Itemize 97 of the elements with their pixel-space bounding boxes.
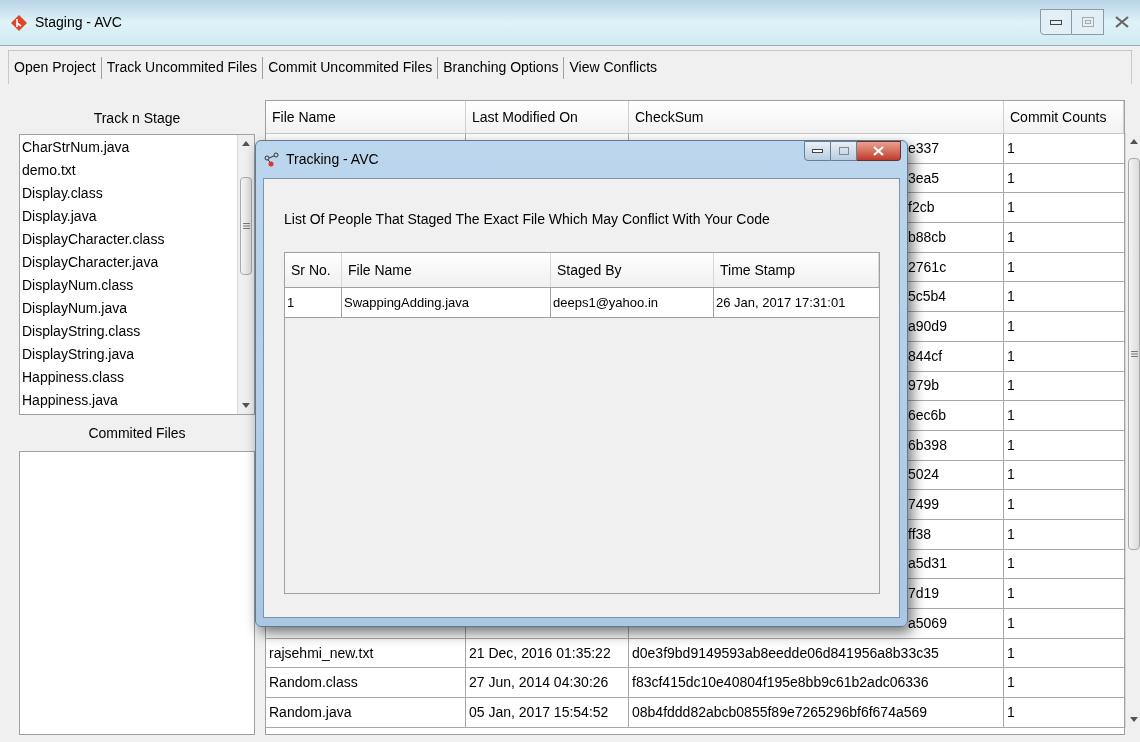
file-list-item[interactable]: DisplayCharacter.java (22, 251, 237, 274)
file-list-item[interactable]: Display.java (22, 205, 237, 228)
scroll-up-icon[interactable] (242, 141, 250, 146)
table-cell-text: a5d31 (908, 554, 947, 574)
scroll-down-icon[interactable] (242, 403, 250, 408)
table-cell-text: 1 (287, 293, 295, 312)
dialog-title: Tracking - AVC (286, 150, 379, 169)
table-cell-text: e337 (908, 138, 940, 158)
file-list-item[interactable]: CharStrNum.java (22, 136, 237, 159)
table-cell-text: 1 (1007, 406, 1015, 426)
table-cell-text: 5c5b4 (908, 287, 947, 307)
menu-tab[interactable]: Track Uncommited Files (101, 57, 263, 78)
column-header[interactable]: Last Modified On (466, 101, 629, 133)
column-header[interactable]: Commit Counts (1004, 101, 1124, 133)
table-cell-text: f2cb (908, 198, 935, 218)
menu-tab[interactable]: View Conflicts (564, 57, 663, 78)
scroll-thumb[interactable] (240, 177, 252, 275)
table-cell-text: 1 (1007, 346, 1015, 366)
maximize-icon (1081, 17, 1094, 27)
menu-tab[interactable]: Branching Options (438, 57, 564, 78)
close-icon (1115, 16, 1129, 28)
table-cell-text: 2761c (908, 257, 947, 277)
table-cell-text: 1 (1007, 554, 1015, 574)
table-cell-text: 979b (908, 376, 940, 396)
table-cell-text: 7499 (908, 495, 940, 515)
table-cell-text: 1 (1007, 524, 1015, 544)
panel-heading: Track n Stage (92, 108, 182, 128)
scroll-up-icon[interactable] (1130, 139, 1138, 144)
scroll-down-icon[interactable] (1130, 717, 1138, 722)
table-cell-text: 1 (1007, 702, 1015, 722)
file-list-item[interactable]: Display.class (22, 182, 237, 205)
minimize-icon (812, 149, 823, 153)
table-cell-text: 6ec6b (908, 406, 947, 426)
table-cell-text: 1 (1007, 316, 1015, 336)
scrollbar[interactable] (237, 135, 254, 414)
table-cell-text: 1 (1007, 435, 1015, 455)
table-cell-text: a90d9 (908, 316, 947, 336)
close-button[interactable] (857, 141, 901, 161)
table-cell-text: 1 (1007, 376, 1015, 396)
column-header[interactable]: CheckSum (629, 101, 1004, 133)
maximize-icon (838, 147, 849, 155)
table-cell-text: 1 (1007, 643, 1015, 663)
app-logo-icon (10, 13, 28, 32)
table-cell-text: 1 (1007, 168, 1015, 188)
file-list-item[interactable]: Happiness.java (22, 389, 237, 412)
table-cell-text: Random.java (269, 702, 352, 722)
table-cell-text: 1 (1007, 584, 1015, 604)
table-cell-text: 6b398 (908, 435, 947, 455)
grip-icon (1130, 351, 1138, 357)
file-list-item[interactable]: DisplayString.class (22, 320, 237, 343)
table-cell-text: rajsehmi_new.txt (269, 643, 374, 663)
table-cell-text: d0e3f9bd9149593ab8eedde06d841956a8b33c35 (632, 643, 939, 663)
minimize-icon (1050, 19, 1062, 25)
table-cell-text: deeps1@yahoo.in (553, 293, 658, 312)
menu-tab[interactable]: Open Project (9, 57, 101, 78)
table-cell-text: b88cb (908, 227, 947, 247)
table-cell-text: 3ea5 (908, 168, 940, 188)
table-cell-text: ff38 (908, 524, 932, 544)
table-cell-text: 1 (1007, 138, 1015, 158)
table-cell-text: 1 (1007, 613, 1015, 633)
maximize-button[interactable] (831, 141, 857, 161)
grip-icon (242, 223, 250, 229)
table-cell-text: 5024 (908, 465, 940, 485)
table-cell-text: 05 Jan, 2017 15:54:52 (469, 702, 609, 722)
menu-tab[interactable]: Commit Uncommited Files (263, 57, 438, 78)
file-list-item[interactable]: DisplayCharacter.class (22, 228, 237, 251)
table-cell-text: 7d19 (908, 584, 940, 604)
file-list-item[interactable]: Happiness.class (22, 366, 237, 389)
table-cell-text: 27 Jun, 2014 04:30:26 (469, 673, 609, 693)
table-cell-text: a5069 (908, 613, 947, 633)
table-cell-text: 08b4fddd82abcb0855f89e7265296bf6f674a569 (632, 702, 928, 722)
scroll-thumb[interactable] (1128, 158, 1140, 550)
table-cell-text: 1 (1007, 673, 1015, 693)
window-title: Staging - AVC (35, 13, 122, 32)
column-header[interactable]: File Name (266, 101, 466, 133)
table-cell-text: 1 (1007, 198, 1015, 218)
table-cell-text: f83cf415dc10e40804f195e8bb9c61b2adc06336 (632, 673, 929, 693)
panel-heading: Commited Files (87, 423, 187, 443)
table-cell-text: 1 (1007, 287, 1015, 307)
table-cell-text: 1 (1007, 495, 1015, 515)
table-cell-text: 844cf (908, 346, 943, 366)
minimize-button[interactable] (804, 141, 831, 161)
table-cell-text: 1 (1007, 465, 1015, 485)
table-cell-text: SwappingAdding.java (344, 293, 470, 312)
file-list-item[interactable]: DisplayNum.java (22, 297, 237, 320)
dialog-message: List Of People That Staged The Exact File Which May Conflict With Your Code (284, 210, 771, 229)
table-cell-text: 26 Jan, 2017 17:31:01 (716, 293, 846, 312)
file-list-item[interactable]: demo.txt (22, 159, 237, 182)
close-icon (873, 146, 884, 156)
minimize-button[interactable] (1040, 9, 1072, 35)
table-cell-text: 1 (1007, 257, 1015, 277)
table-cell-text: Random.class (269, 673, 358, 693)
nodes-icon (264, 151, 280, 168)
table-cell-text: 21 Dec, 2016 01:35:22 (469, 643, 611, 663)
file-list-item[interactable]: DisplayNum.class (22, 274, 237, 297)
file-list-item[interactable]: DisplayString.java (22, 343, 237, 366)
table-cell-text: 1 (1007, 227, 1015, 247)
